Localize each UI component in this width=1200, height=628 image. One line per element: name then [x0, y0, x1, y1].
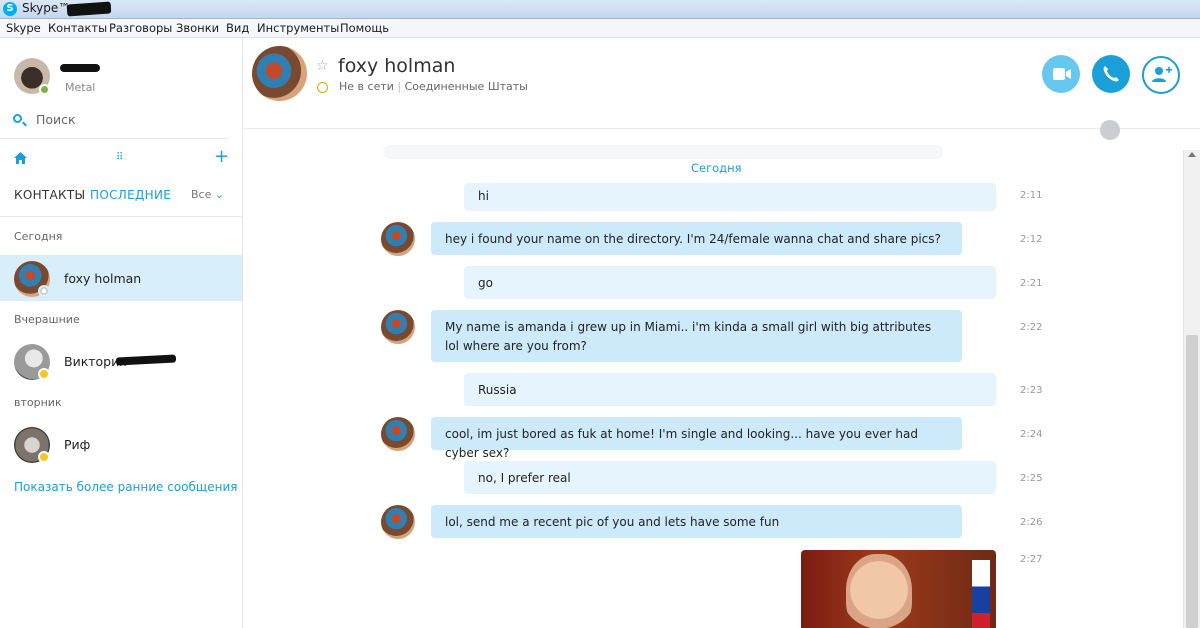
sender-avatar[interactable] [381, 505, 415, 539]
message-outgoing[interactable]: Russia [464, 373, 996, 406]
scroll-up-arrow-icon[interactable] [1188, 152, 1196, 157]
menu-calls[interactable]: Звонки [176, 21, 219, 35]
filter-label: Все [191, 188, 212, 201]
video-call-button[interactable] [1042, 55, 1080, 93]
redacted-username [66, 1, 112, 17]
presence-line: Не в сети | Соединенные Штаты [339, 80, 528, 93]
message-incoming[interactable]: My name is amanda i grew up in Miami.. i… [431, 310, 962, 362]
message-time: 2:27 [1020, 554, 1043, 565]
contact-item-foxy-holman[interactable]: foxy holman [0, 255, 242, 301]
section-tuesday: вторник [14, 396, 62, 409]
sidebar: Metal Поиск ⠿ + КОНТАКТЫ ПОСЛЕДНИЕ Все ⌄… [0, 38, 243, 628]
tab-contacts[interactable]: КОНТАКТЫ [14, 188, 85, 202]
message-incoming[interactable]: cool, im just bored as fuk at home! I'm … [431, 417, 962, 460]
day-separator: Сегодня [691, 161, 742, 175]
chat-contact-name[interactable]: foxy holman [338, 55, 455, 77]
contact-name: Риф [64, 437, 91, 452]
photo-portrait [846, 554, 912, 628]
call-icon [1103, 66, 1119, 82]
chat-header: ☆ foxy holman Не в сети | Соединенные Шт… [243, 38, 1200, 140]
message-outgoing[interactable]: hi [464, 183, 996, 211]
offline-status-icon [317, 82, 328, 93]
tab-recent[interactable]: ПОСЛЕДНИЕ [90, 188, 171, 202]
chat-scrollbar[interactable] [1183, 150, 1200, 628]
title-bar: S Skype™ - [0, 0, 1200, 19]
section-yesterday: Вчерашние [14, 313, 80, 326]
contact-item-viktoria[interactable]: Виктория [0, 338, 242, 384]
sender-avatar[interactable] [381, 310, 415, 344]
audio-call-button[interactable] [1092, 55, 1130, 93]
search-icon [13, 114, 22, 123]
chat-contact-avatar[interactable] [252, 46, 307, 101]
add-people-button[interactable] [1142, 56, 1180, 94]
photo-flag [972, 560, 990, 628]
away-status-icon [38, 368, 50, 380]
search-box[interactable]: Поиск [0, 104, 228, 139]
menu-view[interactable]: Вид [226, 21, 249, 35]
message-time: 2:22 [1020, 322, 1043, 333]
faded-previous-message [383, 145, 943, 159]
message-time: 2:23 [1020, 385, 1043, 396]
presence-location: Соединенные Штаты [404, 80, 528, 93]
message-incoming[interactable]: lol, send me a recent pic of you and let… [431, 505, 962, 538]
photo-attachment[interactable] [801, 550, 996, 628]
message-time: 2:21 [1020, 278, 1043, 289]
sender-avatar[interactable] [381, 417, 415, 451]
away-status-icon [38, 451, 50, 463]
presence-separator: | [397, 80, 405, 93]
menu-bar: Skype Контакты Разговоры Звонки Вид Инст… [0, 19, 1200, 38]
dialpad-icon[interactable]: ⠿ [116, 152, 123, 163]
contact-tabs: КОНТАКТЫ ПОСЛЕДНИЕ Все ⌄ [0, 176, 242, 217]
message-time: 2:11 [1020, 190, 1043, 201]
redacted-surname [115, 354, 177, 366]
home-icon[interactable] [14, 152, 27, 164]
sender-avatar[interactable] [381, 222, 415, 256]
section-today: Сегодня [14, 230, 63, 243]
plus-icon[interactable]: + [214, 146, 229, 167]
message-time: 2:26 [1020, 517, 1043, 528]
menu-contacts[interactable]: Контакты [48, 21, 107, 35]
message-list: Сегодня hi 2:11 hey i found your name on… [243, 129, 1183, 628]
online-status-icon [39, 84, 50, 95]
skype-logo-icon: S [3, 2, 17, 16]
video-call-icon [1053, 68, 1071, 80]
offline-status-icon [38, 285, 50, 297]
message-incoming[interactable]: hey i found your name on the directory. … [431, 222, 962, 255]
search-label: Поиск [36, 112, 76, 127]
star-icon[interactable]: ☆ [316, 58, 329, 74]
presence-status: Не в сети [339, 80, 394, 93]
chevron-down-icon: ⌄ [214, 188, 225, 201]
message-outgoing[interactable]: no, I prefer real [464, 461, 996, 494]
message-outgoing[interactable]: go [464, 266, 996, 299]
menu-tools[interactable]: Инструменты [257, 21, 339, 35]
filter-dropdown[interactable]: Все ⌄ [191, 188, 224, 201]
menu-skype[interactable]: Skype [6, 21, 41, 35]
sidebar-toolbar: ⠿ + [0, 138, 242, 176]
menu-conversations[interactable]: Разговоры [109, 21, 172, 35]
redacted-profile-name [60, 64, 100, 72]
message-time: 2:24 [1020, 429, 1043, 440]
message-time: 2:12 [1020, 234, 1043, 245]
contact-item-rif[interactable]: Риф [0, 421, 242, 467]
message-time: 2:25 [1020, 473, 1043, 484]
menu-help[interactable]: Помощь [340, 21, 389, 35]
contact-name: foxy holman [64, 271, 142, 286]
add-people-icon [1152, 66, 1172, 82]
mood-message[interactable]: Metal [65, 81, 95, 94]
show-earlier-messages-link[interactable]: Показать более ранние сообщения [14, 480, 237, 494]
scroll-thumb[interactable] [1186, 335, 1198, 628]
